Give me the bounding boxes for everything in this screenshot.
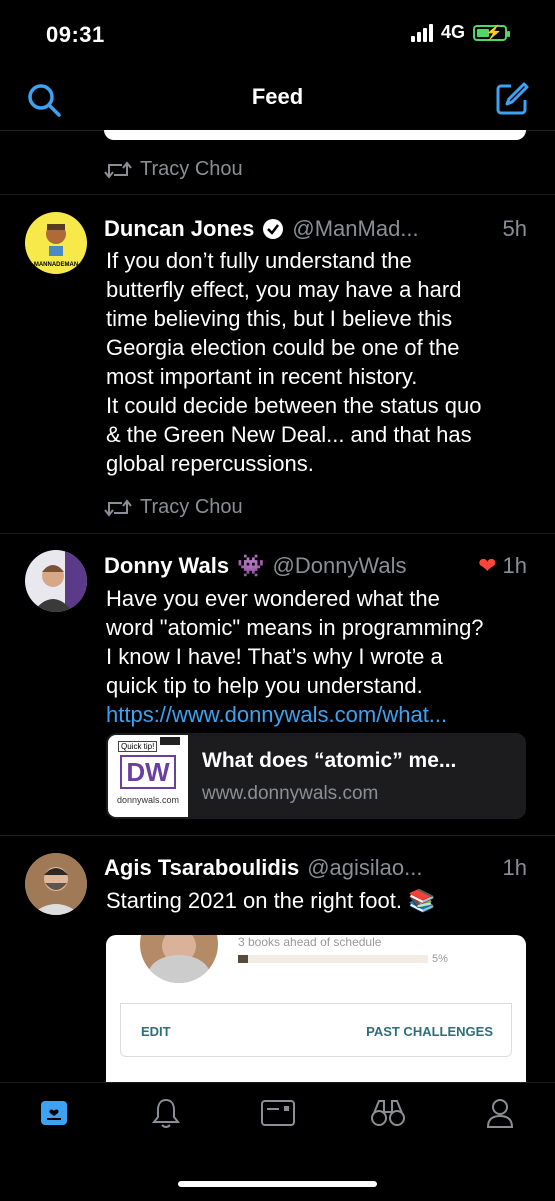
challenge-avatar (140, 935, 218, 983)
thumb-label: Quick tip! (118, 741, 158, 752)
name-emoji: 👾 (237, 553, 265, 578)
verified-icon (263, 219, 284, 239)
tweet-header: Duncan Jones @ManMad... 5h (104, 216, 527, 242)
tab-notifications[interactable] (146, 1093, 186, 1133)
retweet-indicator: Tracy Chou (104, 158, 243, 181)
page-title: Feed (251, 84, 304, 109)
timestamp: 1h (502, 553, 527, 578)
tweet-text: If you don’t fully understand the butter… (106, 248, 482, 476)
handle: @DonnyWals (272, 553, 407, 578)
link-title: What does “atomic” me... (202, 749, 457, 772)
tweet-link[interactable]: https://www.donnywals.com/what... (106, 700, 526, 729)
grad-cap-icon (160, 737, 180, 745)
retweet-indicator: Tracy Chou (104, 496, 243, 519)
tweet-header: Donny Wals 👾 @DonnyWals ❤ 1h (104, 553, 527, 579)
tweet-header: Agis Tsaraboulidis @agisilao... 1h (104, 855, 527, 881)
embedded-image[interactable]: 3 books ahead of schedule 5% EDIT PAST C… (106, 935, 526, 1083)
avatar[interactable] (25, 853, 87, 915)
home-indicator (178, 1181, 377, 1187)
tab-explore[interactable] (368, 1093, 408, 1133)
link-thumbnail: Quick tip! DW donnywals.com (108, 735, 188, 817)
retweeter-name: Tracy Chou (140, 158, 243, 180)
thumb-site: donnywals.com (116, 795, 180, 805)
feed-icon (41, 1101, 67, 1125)
retweeter-name: Tracy Chou (140, 496, 243, 518)
thumb-logo: DW (120, 755, 176, 789)
bell-icon (151, 1098, 181, 1128)
previous-media-card (104, 130, 526, 140)
liked-heart-icon: ❤ (478, 553, 497, 578)
avatar[interactable] (25, 550, 87, 612)
tab-feed[interactable] (34, 1093, 74, 1133)
nav-bar: Feed (0, 70, 555, 131)
edit-link: EDIT (141, 1024, 171, 1039)
handle: @ManMad... (292, 216, 419, 241)
tweet[interactable]: MANNADEMAN Duncan Jones @ManMad... 5h If… (0, 194, 555, 534)
status-time: 09:31 (46, 22, 105, 47)
avatar[interactable]: MANNADEMAN (25, 212, 87, 274)
display-name: Donny Wals (104, 553, 230, 578)
challenge-subtitle: 3 books ahead of schedule (238, 935, 382, 949)
svg-text:MANNADEMAN: MANNADEMAN (34, 262, 78, 268)
display-name: Agis Tsaraboulidis (104, 855, 300, 880)
person-icon (486, 1099, 514, 1128)
signal-icon (410, 23, 433, 42)
compose-icon[interactable] (495, 82, 529, 116)
tweet-text: Have you ever wondered what the word "at… (106, 586, 484, 698)
timestamp: 1h (502, 855, 527, 880)
challenge-actions: EDIT PAST CHALLENGES (120, 1003, 512, 1057)
binoculars-icon (371, 1100, 405, 1126)
tab-messages[interactable] (258, 1093, 298, 1133)
tweet-text: Starting 2021 on the right foot. 📚 (106, 888, 436, 913)
past-challenges-link: PAST CHALLENGES (366, 1024, 493, 1039)
retweet-icon (104, 498, 132, 517)
retweet-icon (104, 160, 132, 179)
tab-profile[interactable] (480, 1093, 520, 1133)
status-indicators: 4G ⚡ (410, 22, 510, 43)
challenge-progress (238, 955, 428, 963)
status-bar: 09:31 4G ⚡ (0, 0, 555, 70)
challenge-percent: 5% (432, 953, 448, 965)
link-url: www.donnywals.com (202, 783, 379, 804)
timestamp: 5h (502, 216, 527, 241)
inbox-icon (261, 1100, 295, 1126)
link-preview-card[interactable]: Quick tip! DW donnywals.com What does “a… (106, 733, 526, 819)
display-name: Duncan Jones (104, 216, 255, 241)
network-type: 4G (440, 22, 465, 42)
handle: @agisilao... (307, 855, 423, 880)
battery-icon: ⚡ (473, 24, 510, 41)
